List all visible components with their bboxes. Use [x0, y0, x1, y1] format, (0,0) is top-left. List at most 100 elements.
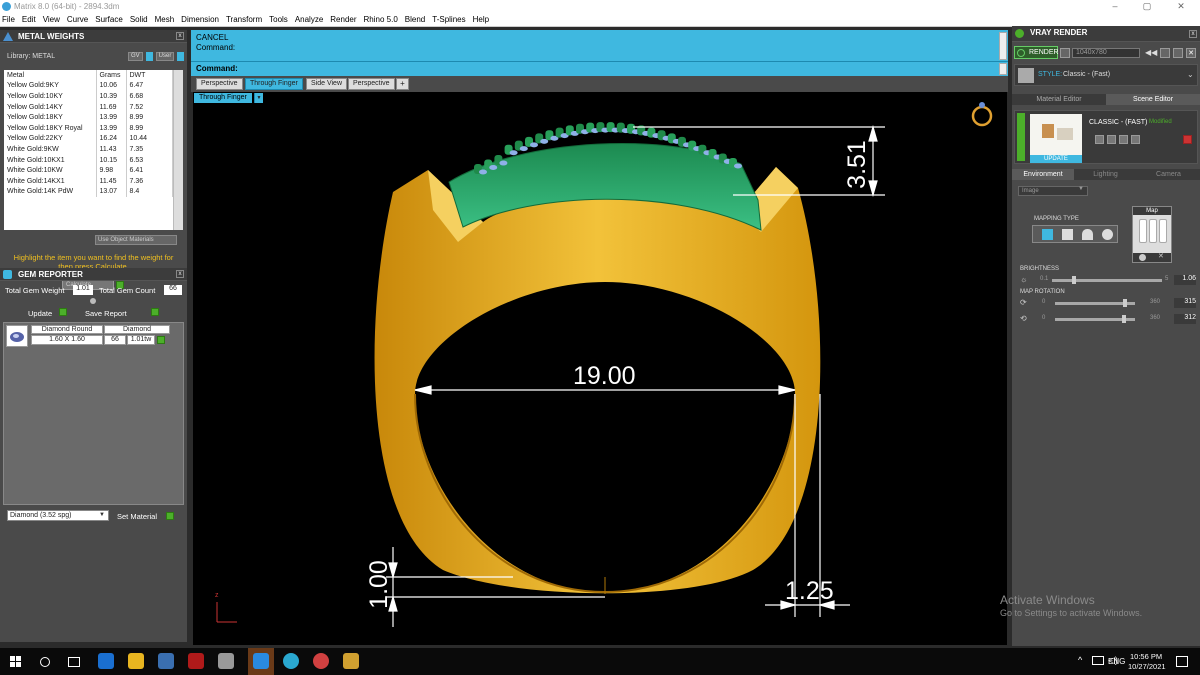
menu-edit[interactable]: Edit — [22, 15, 36, 24]
table-row[interactable]: Yellow Gold:18KY 13.99 8.99 — [4, 112, 173, 123]
close-icon[interactable]: x — [1189, 30, 1197, 38]
close-icon[interactable]: ✕ — [1186, 48, 1196, 58]
table-row[interactable]: Yellow Gold:14KY 11.69 7.52 — [4, 101, 173, 113]
gem-select-icon[interactable] — [157, 336, 165, 344]
close-icon[interactable]: x — [176, 270, 184, 278]
rotation-slider-vertical[interactable]: ⟲ 0 360 312 — [1020, 314, 1198, 325]
mapping-box-icon[interactable] — [1062, 229, 1073, 240]
search-icon[interactable] — [40, 657, 50, 667]
minimize-button[interactable]: – — [1102, 0, 1128, 13]
material-select[interactable]: Diamond (3.52 spg) — [7, 510, 109, 521]
chrome-icon[interactable] — [313, 653, 329, 669]
set-material-button[interactable]: Set Material — [117, 512, 157, 521]
brightness-slider[interactable]: ☼ 0.1 5 1.06 — [1020, 275, 1198, 286]
menu-tools[interactable]: Tools — [269, 15, 288, 24]
preset-update-button[interactable]: UPDATE — [1030, 155, 1082, 163]
save-report-go-icon[interactable] — [151, 308, 159, 316]
zalo-icon[interactable] — [253, 653, 269, 669]
rot2-value[interactable]: 312 — [1174, 314, 1196, 324]
user-button[interactable]: User — [155, 52, 175, 61]
menu-render[interactable]: Render — [330, 15, 356, 24]
clock-time[interactable]: 10:56 PM — [1130, 652, 1162, 661]
network-icon[interactable] — [1092, 656, 1104, 665]
use-object-materials-button[interactable]: Use Object Materials — [95, 235, 177, 245]
tab-perspective-2[interactable]: Perspective — [348, 78, 395, 90]
set-material-go-icon[interactable] — [166, 512, 174, 520]
command-history-scrollbar[interactable] — [999, 32, 1007, 60]
mapping-sphere-icon[interactable] — [1102, 229, 1113, 240]
tab-scene-editor[interactable]: Scene Editor — [1106, 94, 1200, 105]
menu-view[interactable]: View — [43, 15, 60, 24]
menu-dimension[interactable]: Dimension — [181, 15, 219, 24]
menu-blend[interactable]: Blend — [405, 15, 425, 24]
paint-icon[interactable] — [158, 653, 174, 669]
save-icon[interactable] — [1095, 135, 1104, 144]
app-red-icon[interactable] — [188, 653, 204, 669]
more-icon[interactable] — [1131, 135, 1140, 144]
gv-button[interactable]: GV — [128, 52, 143, 61]
rot1-value[interactable]: 315 — [1174, 298, 1196, 308]
update-button[interactable]: Update — [28, 309, 52, 318]
menu-mesh[interactable]: Mesh — [155, 15, 175, 24]
tab-camera[interactable]: Camera — [1137, 169, 1200, 180]
menu-rhino[interactable]: Rhino 5.0 — [364, 15, 398, 24]
tab-material-editor[interactable]: Material Editor — [1012, 94, 1106, 105]
map-clear-icon[interactable]: ✕ — [1158, 252, 1164, 260]
menu-analyze[interactable]: Analyze — [295, 15, 323, 24]
tab-lighting[interactable]: Lighting — [1074, 169, 1137, 180]
table-row[interactable]: White Gold:14KX1 11.45 7.36 — [4, 175, 173, 187]
reset-icon[interactable] — [1183, 135, 1192, 144]
tab-perspective[interactable]: Perspective — [196, 78, 243, 90]
rot2-thumb[interactable] — [1122, 315, 1127, 323]
clock-date[interactable]: 10/27/2021 — [1128, 662, 1166, 671]
menu-curve[interactable]: Curve — [67, 15, 88, 24]
resolution-field[interactable]: 1040x780 — [1072, 48, 1140, 58]
table-row[interactable]: White Gold:10KX1 10.15 6.53 — [4, 154, 173, 166]
mapping-cylinder-icon[interactable] — [1082, 229, 1093, 240]
command-input[interactable] — [239, 63, 995, 74]
edge-icon[interactable] — [98, 653, 114, 669]
splitter-handle[interactable] — [90, 298, 96, 304]
viewport[interactable]: Through Finger ▼ 19.00 3.51 1.00 1.25 z — [193, 92, 1007, 645]
menu-file[interactable]: File — [2, 15, 15, 24]
tab-side-view[interactable]: Side View — [306, 78, 348, 90]
table-row[interactable]: White Gold:10KW 9.98 6.41 — [4, 165, 173, 176]
settings-icon[interactable] — [1173, 48, 1183, 58]
table-row[interactable]: Yellow Gold:18KY Royal 13.99 8.99 — [4, 122, 173, 134]
camera-icon[interactable] — [1060, 48, 1070, 58]
table-row[interactable]: Yellow Gold:9KY 10.06 6.47 — [4, 80, 173, 92]
table-row[interactable]: White Gold:9KW 11.43 7.35 — [4, 144, 173, 155]
rotation-slider-horizontal[interactable]: ⟳ 0 360 315 — [1020, 298, 1198, 309]
close-button[interactable]: ✕ — [1168, 0, 1194, 13]
metal-table-scrollbar[interactable] — [173, 70, 183, 230]
maximize-button[interactable]: ▢ — [1134, 0, 1160, 13]
file-explorer-icon[interactable] — [128, 653, 144, 669]
chevron-up-icon[interactable]: ^ — [1078, 655, 1082, 665]
region-icon[interactable] — [1160, 48, 1170, 58]
map-edit-icon[interactable] — [1139, 254, 1146, 261]
lang-indicator[interactable]: ENG — [1108, 657, 1125, 666]
close-icon[interactable]: x — [176, 32, 184, 40]
table-row[interactable]: Yellow Gold:10KY 10.39 6.68 — [4, 91, 173, 102]
open-icon[interactable] — [1107, 135, 1116, 144]
task-view-icon[interactable] — [68, 657, 80, 667]
brightness-value[interactable]: 1.06 — [1174, 275, 1196, 285]
menu-help[interactable]: Help — [473, 15, 489, 24]
app-blue-icon[interactable] — [283, 653, 299, 669]
rot1-thumb[interactable] — [1123, 299, 1127, 307]
ring-preview-icon[interactable] — [971, 102, 993, 127]
app-grey-icon[interactable] — [218, 653, 234, 669]
menu-transform[interactable]: Transform — [226, 15, 262, 24]
map-preview[interactable]: Map ✕ — [1132, 206, 1172, 263]
matrix-icon[interactable] — [343, 653, 359, 669]
rewind-icon[interactable]: ◀◀ — [1145, 48, 1157, 57]
mapping-plane-icon[interactable] — [1042, 229, 1053, 240]
command-input-spinner[interactable] — [999, 63, 1007, 75]
tab-environment[interactable]: Environment — [1012, 169, 1074, 180]
add-tab-button[interactable]: + — [396, 78, 409, 90]
save-report-button[interactable]: Save Report — [85, 309, 127, 318]
style-selector[interactable]: STYLE: Classic - (Fast) ⌄ — [1014, 64, 1198, 86]
remove-icon[interactable] — [1119, 135, 1128, 144]
brightness-thumb[interactable] — [1071, 276, 1076, 284]
tab-through-finger[interactable]: Through Finger — [245, 78, 303, 90]
